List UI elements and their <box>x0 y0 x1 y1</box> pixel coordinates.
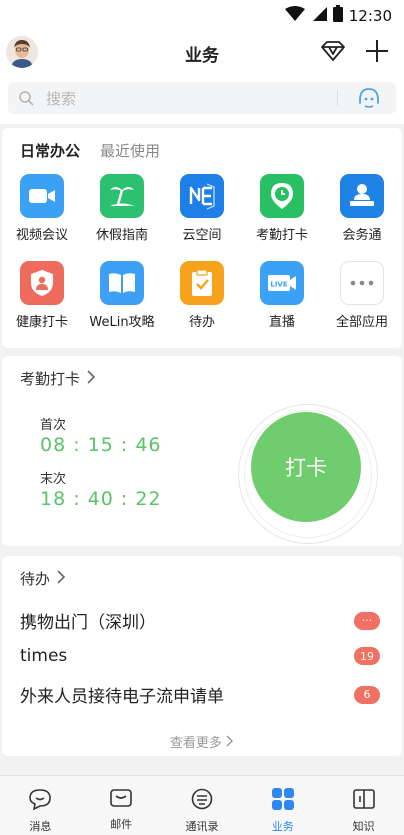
search-input[interactable]: 搜索 <box>8 82 396 114</box>
attendance-title: 考勤打卡 <box>20 370 81 388</box>
chevron-right-icon <box>226 735 234 751</box>
signal-icon <box>311 6 327 26</box>
todo-item-badge: 19 <box>354 647 380 665</box>
todo-item-text: 外来人员接待电子流申请单 <box>20 687 224 707</box>
cloud-space-icon <box>180 174 224 218</box>
first-punch-time: 08 : 15 : 46 <box>40 434 162 456</box>
app-all-apps[interactable]: 全部应用 <box>322 261 402 330</box>
tab-daily-office[interactable]: 日常办公 <box>20 140 80 161</box>
todo-item-badge: 6 <box>354 685 380 704</box>
tab-label: 业务 <box>271 820 294 833</box>
attendance-header[interactable]: 考勤打卡 <box>20 368 96 389</box>
todo-item[interactable]: 携物出门（深圳） ··· <box>20 608 380 633</box>
first-punch-label: 首次 <box>40 418 67 433</box>
todo-header[interactable]: 待办 <box>20 568 66 589</box>
wifi-icon <box>284 5 305 26</box>
app-label: 待办 <box>188 315 215 330</box>
tab-label: 邮件 <box>110 818 133 831</box>
knowledge-book-icon <box>352 788 376 814</box>
chevron-right-icon <box>56 569 66 588</box>
app-attendance[interactable]: 考勤打卡 <box>242 174 322 243</box>
todo-title: 待办 <box>20 570 51 588</box>
todo-card: 待办 携物出门（深圳） ··· times 19 外来人员接待电子流申请单 6 … <box>2 556 402 756</box>
chevron-right-icon <box>86 369 96 388</box>
diamond-icon[interactable] <box>320 40 346 66</box>
last-punch-time: 18 : 40 : 22 <box>40 488 162 510</box>
add-icon[interactable] <box>364 38 390 68</box>
meeting-person-icon <box>340 174 384 218</box>
status-bar: 12:30 <box>0 0 404 32</box>
todo-item[interactable]: times 19 <box>20 646 380 666</box>
office-tabs: 日常办公 最近使用 <box>20 140 160 161</box>
last-punch-label: 末次 <box>40 472 67 487</box>
search-row: 搜索 <box>0 74 404 124</box>
app-meeting-service[interactable]: 会务通 <box>322 174 402 243</box>
tab-messages[interactable]: 消息 <box>0 776 81 835</box>
app-label: 直播 <box>268 315 295 330</box>
app-label: 考勤打卡 <box>255 228 308 243</box>
tab-label: 知识 <box>352 820 375 833</box>
tab-contacts[interactable]: 通讯录 <box>162 776 243 835</box>
tab-label: 消息 <box>29 820 52 833</box>
tab-mail[interactable]: 邮件 <box>81 776 162 835</box>
search-placeholder: 搜索 <box>46 90 77 108</box>
video-camera-icon <box>20 174 64 218</box>
app-welin-guide[interactable]: WeLin攻略 <box>82 261 162 330</box>
app-vacation-guide[interactable]: 休假指南 <box>82 174 162 243</box>
view-more-label: 查看更多 <box>169 736 222 751</box>
book-icon <box>100 261 144 305</box>
status-time: 12:30 <box>348 6 392 25</box>
attendance-card: 考勤打卡 首次 08 : 15 : 46 末次 18 : 40 : 22 打卡 <box>2 356 402 546</box>
view-more-link[interactable]: 查看更多 <box>2 732 402 751</box>
clock-in-button[interactable]: 打卡 <box>251 412 361 522</box>
message-bubble-icon <box>28 788 52 814</box>
app-live[interactable]: LIVE 直播 <box>242 261 322 330</box>
mail-icon <box>109 788 133 812</box>
app-grid: 视频会议 休假指南 云空间 考勤打卡 会务通 健康打卡 WeLin攻略 待办 L… <box>2 174 402 330</box>
app-health-checkin[interactable]: 健康打卡 <box>2 261 82 330</box>
palm-tree-icon <box>100 174 144 218</box>
app-label: 全部应用 <box>335 315 388 330</box>
app-todo[interactable]: 待办 <box>162 261 242 330</box>
app-label: 休假指南 <box>95 228 148 243</box>
search-icon <box>18 90 34 110</box>
app-label: 云空间 <box>182 228 222 243</box>
live-icon: LIVE <box>260 261 304 305</box>
svg-text:LIVE: LIVE <box>270 281 287 289</box>
todo-item-badge: ··· <box>354 611 380 630</box>
assistant-icon[interactable] <box>356 86 382 114</box>
header: 业务 <box>0 32 404 74</box>
more-dots-icon <box>340 261 384 305</box>
tab-business[interactable]: 业务 <box>242 776 323 835</box>
todo-item-text: 携物出门（深圳） <box>20 613 156 633</box>
clipboard-check-icon <box>180 261 224 305</box>
search-divider <box>337 90 338 106</box>
app-cloud-space[interactable]: 云空间 <box>162 174 242 243</box>
contacts-icon <box>190 788 214 814</box>
todo-item[interactable]: 外来人员接待电子流申请单 6 <box>20 682 380 707</box>
bottom-tab-bar: 消息 邮件 通讯录 业务 知识 <box>0 775 404 835</box>
todo-item-text: times <box>20 646 68 666</box>
app-label: 会务通 <box>342 228 382 243</box>
app-video-meeting[interactable]: 视频会议 <box>2 174 82 243</box>
app-label: 健康打卡 <box>15 315 68 330</box>
health-shield-icon <box>20 261 64 305</box>
tab-label: 通讯录 <box>185 820 219 833</box>
tab-knowledge[interactable]: 知识 <box>323 776 404 835</box>
battery-icon <box>332 5 343 26</box>
office-apps-card: 日常办公 最近使用 视频会议 休假指南 云空间 考勤打卡 会务通 健康打卡 We… <box>2 128 402 348</box>
grid-apps-icon <box>271 788 295 814</box>
clock-pin-icon <box>260 174 304 218</box>
app-label: 视频会议 <box>15 228 68 243</box>
app-label: WeLin攻略 <box>89 315 155 330</box>
tab-recent[interactable]: 最近使用 <box>100 140 160 161</box>
